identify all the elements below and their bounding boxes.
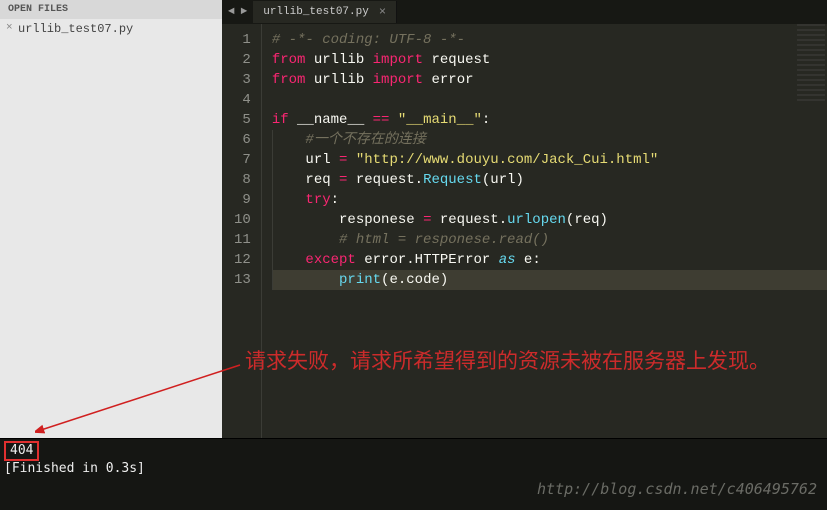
code-line[interactable]: #一个不存在的连接 xyxy=(272,130,827,150)
open-files-header: OPEN FILES xyxy=(0,0,222,19)
code-line[interactable]: try: xyxy=(272,190,827,210)
code-line[interactable]: from urllib import request xyxy=(272,50,827,70)
watermark: http://blog.csdn.net/c406495762 xyxy=(537,480,817,498)
line-number: 1 xyxy=(234,30,251,50)
line-number: 10 xyxy=(234,210,251,230)
tab-label: urllib_test07.py xyxy=(263,6,369,18)
tab-next-icon[interactable]: ► xyxy=(241,6,248,18)
line-number: 3 xyxy=(234,70,251,90)
tab-bar: ◄ ► urllib_test07.py × xyxy=(222,0,827,24)
tab-file[interactable]: urllib_test07.py × xyxy=(253,1,397,23)
code-line[interactable]: from urllib import error xyxy=(272,70,827,90)
annotation-text: 请求失败，请求所希望得到的资源未被在服务器上发现。 xyxy=(245,346,785,376)
line-number: 8 xyxy=(234,170,251,190)
close-icon[interactable]: × xyxy=(379,5,386,19)
line-number: 7 xyxy=(234,150,251,170)
output-finished: [Finished in 0.3s] xyxy=(4,461,823,477)
code-line[interactable]: responese = request.urlopen(req) xyxy=(272,210,827,230)
output-status-code: 404 xyxy=(4,441,39,461)
code-line[interactable]: print(e.code) xyxy=(272,270,827,290)
sidebar-file[interactable]: × urllib_test07.py xyxy=(0,19,222,39)
line-number: 9 xyxy=(234,190,251,210)
line-number: 4 xyxy=(234,90,251,110)
line-number: 5 xyxy=(234,110,251,130)
sidebar: OPEN FILES × urllib_test07.py xyxy=(0,0,222,438)
output-console: 404 [Finished in 0.3s] xyxy=(0,438,827,510)
tab-prev-icon[interactable]: ◄ xyxy=(228,6,235,18)
code-line[interactable]: # html = responese.read() xyxy=(272,230,827,250)
line-number: 2 xyxy=(234,50,251,70)
code-line[interactable]: req = request.Request(url) xyxy=(272,170,827,190)
line-number: 11 xyxy=(234,230,251,250)
sidebar-file-label: urllib_test07.py xyxy=(18,22,133,36)
code-line[interactable]: url = "http://www.douyu.com/Jack_Cui.htm… xyxy=(272,150,827,170)
code-line[interactable] xyxy=(272,90,827,110)
line-number: 13 xyxy=(234,270,251,290)
code-line[interactable]: if __name__ == "__main__": xyxy=(272,110,827,130)
minimap[interactable] xyxy=(797,24,825,104)
code-line[interactable]: # -*- coding: UTF-8 -*- xyxy=(272,30,827,50)
close-icon[interactable]: × xyxy=(6,22,13,34)
line-number: 12 xyxy=(234,250,251,270)
code-line[interactable]: except error.HTTPError as e: xyxy=(272,250,827,270)
line-number: 6 xyxy=(234,130,251,150)
